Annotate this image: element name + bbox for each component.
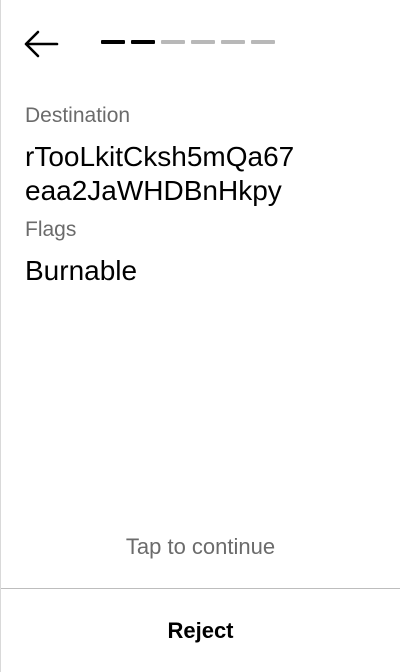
progress-step-2 [131, 40, 155, 44]
progress-step-6 [251, 40, 275, 44]
arrow-left-icon [24, 30, 59, 58]
review-screen[interactable]: Destination rTooLkitCksh5mQa67 eaa2JaWHD… [0, 0, 400, 672]
transaction-details: Destination rTooLkitCksh5mQa67 eaa2JaWHD… [25, 102, 388, 288]
reject-button[interactable]: Reject [1, 589, 400, 672]
destination-value: rTooLkitCksh5mQa67 eaa2JaWHDBnHkpy [25, 140, 388, 208]
back-button[interactable] [23, 28, 59, 60]
flags-label: Flags [25, 218, 77, 241]
progress-step-3 [161, 40, 185, 44]
progress-step-5 [221, 40, 245, 44]
progress-indicator [101, 40, 275, 44]
progress-step-1 [101, 40, 125, 44]
destination-value-line-2: eaa2JaWHDBnHkpy [25, 175, 282, 206]
progress-step-4 [191, 40, 215, 44]
destination-value-line-1: rTooLkitCksh5mQa67 [25, 141, 295, 172]
flags-value: Burnable [25, 255, 138, 286]
tap-to-continue-hint[interactable]: Tap to continue [1, 533, 400, 561]
destination-label: Destination [25, 104, 131, 127]
